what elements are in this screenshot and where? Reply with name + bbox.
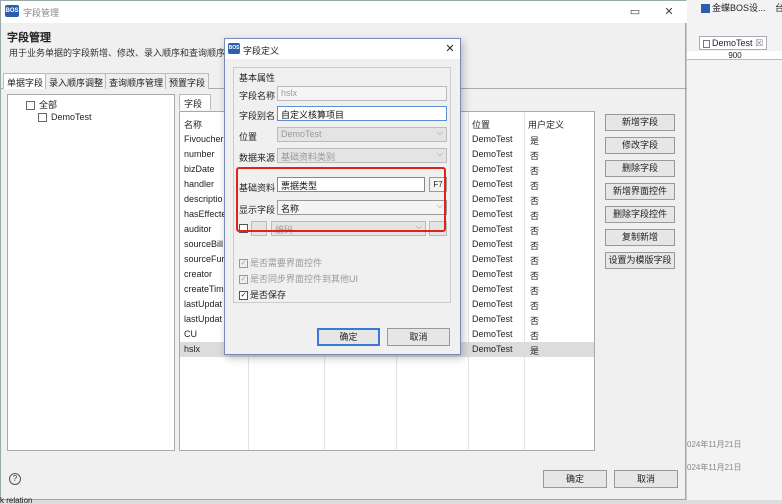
- dialog-title: 字段定义: [243, 46, 280, 56]
- cell-location: DemoTest: [472, 209, 513, 219]
- tab-bill-fields[interactable]: 单据字段: [3, 73, 48, 89]
- close-icon[interactable]: ✕: [443, 42, 457, 55]
- delete-field-button[interactable]: 删除字段: [605, 160, 675, 177]
- data-source-label: 数据来源: [239, 153, 276, 163]
- bos-logo-icon: BOS: [5, 5, 19, 17]
- ide-top-tab[interactable]: 金蝶BOS设...: [701, 1, 766, 14]
- group-label: 基本属性: [239, 73, 276, 83]
- tab-input-order[interactable]: 录入顺序调整: [45, 73, 108, 89]
- location-label: 位置: [239, 132, 258, 142]
- cell-location: DemoTest: [472, 254, 513, 264]
- cell-user-defined: 否: [530, 256, 540, 266]
- cell-user-defined: 否: [530, 151, 540, 161]
- cell-location: DemoTest: [472, 314, 513, 324]
- field-alias-label: 字段别名: [239, 111, 276, 121]
- minimize-icon[interactable]: ▭: [627, 4, 643, 20]
- cell-location: DemoTest: [472, 194, 513, 204]
- delete-field-control-button[interactable]: 删除字段控件: [605, 206, 675, 223]
- cell-location: DemoTest: [472, 149, 513, 159]
- need-ui-control-option[interactable]: ✓ 是否需要界面控件: [239, 256, 322, 269]
- ide-date-1: 024年11月21日: [687, 440, 742, 449]
- close-icon[interactable]: ✕: [661, 4, 677, 20]
- help-icon[interactable]: ?: [9, 473, 21, 485]
- cell-location: DemoTest: [472, 269, 513, 279]
- cell-user-defined: 是: [530, 346, 540, 356]
- is-saved-checkbox[interactable]: ✓: [239, 291, 248, 301]
- set-as-template-button[interactable]: 设置为模版字段: [605, 252, 675, 269]
- cell-location: DemoTest: [472, 179, 513, 189]
- taskbar-strip: k relation: [0, 496, 782, 504]
- page-description: 用于业务单据的字段新增、修改、录入顺序和查询顺序的: [9, 48, 235, 58]
- cell-location: DemoTest: [472, 329, 513, 339]
- cell-user-defined: 否: [530, 226, 540, 236]
- cell-user-defined: 是: [530, 136, 540, 146]
- cell-user-defined: 否: [530, 166, 540, 176]
- chevron-down-icon: ⌵: [436, 128, 443, 137]
- sync-ui-checkbox[interactable]: ✓: [239, 275, 248, 285]
- data-source-select[interactable]: 基础资料类别 ⌵: [277, 148, 447, 163]
- cell-user-defined: 否: [530, 271, 540, 281]
- close-icon[interactable]: ☒: [755, 38, 763, 48]
- cell-user-defined: 否: [530, 181, 540, 191]
- add-field-button[interactable]: 新增字段: [605, 114, 675, 131]
- dialog-cancel-button[interactable]: 取消: [387, 328, 450, 346]
- ide-ruler: 900: [687, 51, 782, 60]
- ide-date-2: 024年11月21日: [687, 463, 742, 472]
- cell-location: DemoTest: [472, 134, 513, 144]
- chevron-down-icon: ⌵: [436, 149, 443, 158]
- cell-location: DemoTest: [472, 239, 513, 249]
- tab-query-order[interactable]: 查询顺序管理: [105, 73, 168, 89]
- entity-tree: 全部 DemoTest: [7, 94, 175, 451]
- ide-editor-tab[interactable]: DemoTest ☒: [699, 36, 768, 50]
- file-icon: [703, 39, 710, 48]
- cell-location: DemoTest: [472, 224, 513, 234]
- tree-item-all[interactable]: 全部: [26, 98, 57, 111]
- page-title: 字段管理: [7, 32, 51, 44]
- cell-location: DemoTest: [472, 299, 513, 309]
- cell-user-defined: 否: [530, 241, 540, 251]
- copy-add-button[interactable]: 复制新增: [605, 229, 675, 246]
- field-name-input[interactable]: hslx: [277, 86, 447, 101]
- tree-checkbox[interactable]: [26, 101, 35, 111]
- cell-user-defined: 否: [530, 331, 540, 341]
- cell-location: DemoTest: [472, 164, 513, 174]
- ide-top-tab-extra[interactable]: 台: [775, 1, 782, 14]
- col-header-location[interactable]: 位置: [472, 118, 490, 131]
- field-alias-input[interactable]: 自定义核算项目: [277, 106, 447, 121]
- tab-fields[interactable]: 字段: [179, 94, 211, 110]
- col-header-user-defined[interactable]: 用户定义: [528, 118, 564, 131]
- tree-item-demotest[interactable]: DemoTest: [38, 112, 92, 123]
- cell-user-defined: 否: [530, 196, 540, 206]
- highlight-box: [236, 167, 446, 232]
- sync-ui-option[interactable]: ✓ 是否同步界面控件到其他UI: [239, 272, 358, 285]
- field-name-label: 字段名称: [239, 91, 276, 101]
- need-ui-checkbox[interactable]: ✓: [239, 259, 248, 269]
- cell-location: DemoTest: [472, 344, 513, 354]
- window-title: 字段管理: [23, 8, 60, 18]
- edit-field-button[interactable]: 修改字段: [605, 137, 675, 154]
- window-titlebar: BOS 字段管理 ▭ ✕: [1, 1, 687, 23]
- cancel-button[interactable]: 取消: [614, 470, 678, 488]
- cell-user-defined: 否: [530, 211, 540, 221]
- bottom-status-text: k relation: [0, 496, 33, 504]
- dialog-titlebar: BOS 字段定义 ✕: [225, 39, 460, 59]
- cell-location: DemoTest: [472, 284, 513, 294]
- is-saved-option[interactable]: ✓ 是否保存: [239, 288, 286, 301]
- ide-background-panel: 金蝶BOS设... 台 DemoTest ☒ 900 024年11月21日 02…: [686, 0, 782, 504]
- dialog-ok-button[interactable]: 确定: [317, 328, 380, 346]
- add-ui-control-button[interactable]: 新增界面控件: [605, 183, 675, 200]
- location-select[interactable]: DemoTest ⌵: [277, 127, 447, 142]
- cell-user-defined: 否: [530, 316, 540, 326]
- ruler-value: 900: [728, 51, 742, 60]
- cell-user-defined: 否: [530, 286, 540, 296]
- col-header-name[interactable]: 名称: [184, 118, 202, 131]
- ok-button[interactable]: 确定: [543, 470, 607, 488]
- bos-icon: [701, 4, 710, 14]
- tree-checkbox[interactable]: [38, 113, 47, 123]
- cell-user-defined: 否: [530, 301, 540, 311]
- tab-preset-fields[interactable]: 预置字段: [165, 73, 210, 89]
- bos-logo-icon: BOS: [228, 43, 240, 54]
